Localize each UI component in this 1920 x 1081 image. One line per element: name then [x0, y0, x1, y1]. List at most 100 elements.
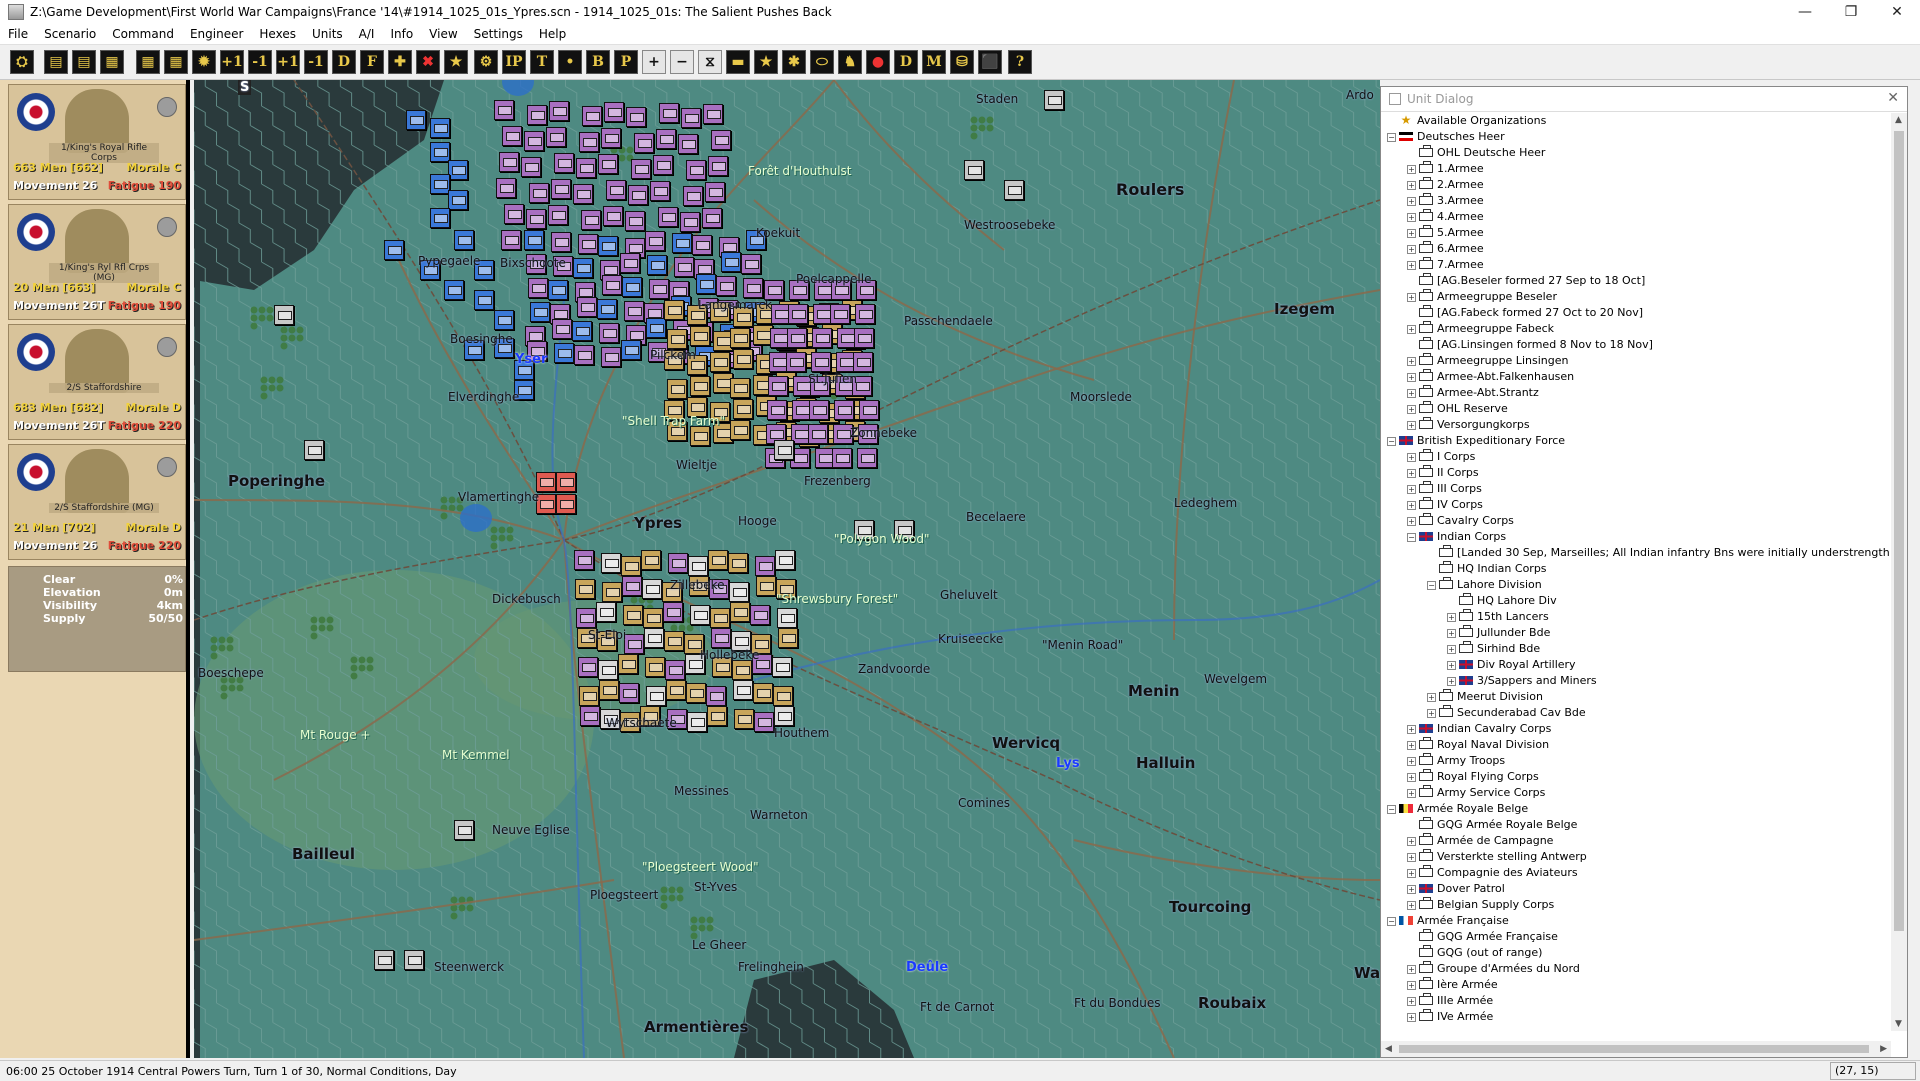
british-counter[interactable] — [773, 686, 793, 706]
expand-icon[interactable]: + — [1407, 901, 1416, 910]
british-counter[interactable] — [646, 686, 666, 706]
org-tree-item[interactable]: + Cavalry Corps — [1381, 513, 1891, 529]
german-counter[interactable] — [859, 400, 879, 420]
german-counter[interactable] — [683, 186, 703, 206]
expand-icon[interactable]: + — [1407, 165, 1416, 174]
ypres-garrison-counter[interactable] — [556, 494, 576, 514]
org-tree-item[interactable]: [AG.Beseler formed 27 Sep to 18 Oct] — [1381, 273, 1891, 289]
counter[interactable] — [1044, 90, 1064, 110]
german-counter[interactable] — [659, 103, 679, 123]
british-counter[interactable] — [602, 582, 622, 602]
dialog-close-icon[interactable]: ✕ — [1887, 90, 1899, 106]
scroll-thumb[interactable] — [1399, 1045, 1869, 1053]
british-counter[interactable] — [621, 556, 641, 576]
british-counter[interactable] — [710, 352, 730, 372]
german-counter[interactable] — [582, 106, 602, 126]
expand-icon[interactable]: + — [1447, 629, 1456, 638]
german-counter[interactable] — [604, 102, 624, 122]
british-counter[interactable] — [733, 399, 753, 419]
org-tree-item[interactable]: − Lahore Division — [1381, 577, 1891, 593]
german-counter[interactable] — [580, 706, 600, 726]
organization-tree[interactable]: ★ Available Organizations − Deutsches Heer O… — [1381, 113, 1891, 1031]
german-counter[interactable] — [692, 235, 712, 255]
menu-file[interactable]: File — [0, 27, 36, 41]
collapse-icon[interactable]: − — [1387, 437, 1396, 446]
menu-scenario[interactable]: Scenario — [36, 27, 104, 41]
org-tree-item[interactable]: + Versterkte stelling Antwerp — [1381, 849, 1891, 865]
unit-card[interactable]: 2/S Staffordshire (MG) 21 Men [702] Morale… — [8, 444, 186, 560]
expand-icon[interactable]: + — [1407, 789, 1416, 798]
toolbar-button[interactable]: F — [360, 50, 384, 74]
british-counter[interactable] — [644, 628, 664, 648]
german-counter[interactable] — [680, 212, 700, 232]
german-counter[interactable] — [622, 576, 642, 596]
expand-icon[interactable]: + — [1407, 485, 1416, 494]
german-counter[interactable] — [494, 100, 514, 120]
german-counter[interactable] — [448, 160, 468, 180]
org-tree-item[interactable]: + IIIe Armée — [1381, 993, 1891, 1009]
german-counter[interactable] — [649, 279, 669, 299]
german-counter[interactable] — [430, 208, 450, 228]
unit-card[interactable]: 1/King's Ryl Rfl Crps (MG) 20 Men [663] Mo… — [8, 204, 186, 320]
org-tree-item[interactable]: [AG.Linsingen formed 8 Nov to 18 Nov] — [1381, 337, 1891, 353]
expand-icon[interactable]: + — [1407, 453, 1416, 462]
german-counter[interactable] — [705, 182, 725, 202]
german-counter[interactable] — [834, 400, 854, 420]
org-tree-item[interactable]: + Army Service Corps — [1381, 785, 1891, 801]
german-counter[interactable] — [554, 153, 574, 173]
german-counter[interactable] — [787, 328, 807, 348]
menu-engineer[interactable]: Engineer — [182, 27, 251, 41]
toolbar-button[interactable]: ▦ — [164, 50, 188, 74]
german-counter[interactable] — [625, 211, 645, 231]
british-counter[interactable] — [753, 683, 773, 703]
german-counter[interactable] — [857, 448, 877, 468]
german-counter[interactable] — [646, 318, 666, 338]
british-counter[interactable] — [690, 326, 710, 346]
german-counter[interactable] — [767, 400, 787, 420]
german-counter[interactable] — [576, 158, 596, 178]
german-counter[interactable] — [750, 605, 770, 625]
expand-icon[interactable]: + — [1407, 517, 1416, 526]
toolbar-button[interactable]: + — [642, 50, 666, 74]
british-counter[interactable] — [596, 602, 616, 622]
close-button[interactable]: ✕ — [1874, 0, 1920, 24]
org-tree-item[interactable]: − Deutsches Heer — [1381, 129, 1891, 145]
german-counter[interactable] — [573, 258, 593, 278]
british-counter[interactable] — [728, 553, 748, 573]
german-counter[interactable] — [551, 179, 571, 199]
german-counter[interactable] — [548, 280, 568, 300]
german-counter[interactable] — [501, 230, 521, 250]
org-tree-item[interactable]: + Armeegruppe Linsingen — [1381, 353, 1891, 369]
expand-icon[interactable]: + — [1407, 997, 1416, 1006]
german-counter[interactable] — [645, 231, 665, 251]
org-tree-item[interactable]: − Armée Française — [1381, 913, 1891, 929]
org-tree-item[interactable]: + I Corps — [1381, 449, 1891, 465]
expand-icon[interactable]: + — [1427, 693, 1436, 702]
expand-icon[interactable]: + — [1407, 261, 1416, 270]
toolbar-button[interactable]: ⧖ — [698, 50, 722, 74]
counter[interactable] — [404, 950, 424, 970]
toolbar-button[interactable]: D — [332, 50, 356, 74]
menu-units[interactable]: Units — [304, 27, 351, 41]
expand-icon[interactable]: + — [1407, 405, 1416, 414]
german-counter[interactable] — [619, 683, 639, 703]
german-counter[interactable] — [602, 275, 622, 295]
toolbar-button[interactable]: ⛁ — [950, 50, 974, 74]
german-counter[interactable] — [628, 185, 648, 205]
expand-icon[interactable]: + — [1447, 677, 1456, 686]
expand-icon[interactable]: + — [1447, 645, 1456, 654]
german-counter[interactable] — [599, 323, 619, 343]
org-tree-item[interactable]: + Versorgungkorps — [1381, 417, 1891, 433]
german-counter[interactable] — [853, 352, 873, 372]
german-counter[interactable] — [578, 234, 598, 254]
toolbar-button[interactable]: ♞ — [838, 50, 862, 74]
org-tree-item[interactable]: GQG (out of range) — [1381, 945, 1891, 961]
german-counter[interactable] — [663, 602, 683, 622]
british-counter[interactable] — [707, 706, 727, 726]
org-tree-item[interactable]: + Belgian Supply Corps — [1381, 897, 1891, 913]
german-counter[interactable] — [597, 299, 617, 319]
german-counter[interactable] — [576, 608, 596, 628]
british-counter[interactable] — [664, 300, 684, 320]
org-tree-item[interactable]: + III Corps — [1381, 481, 1891, 497]
expand-icon[interactable]: + — [1407, 293, 1416, 302]
